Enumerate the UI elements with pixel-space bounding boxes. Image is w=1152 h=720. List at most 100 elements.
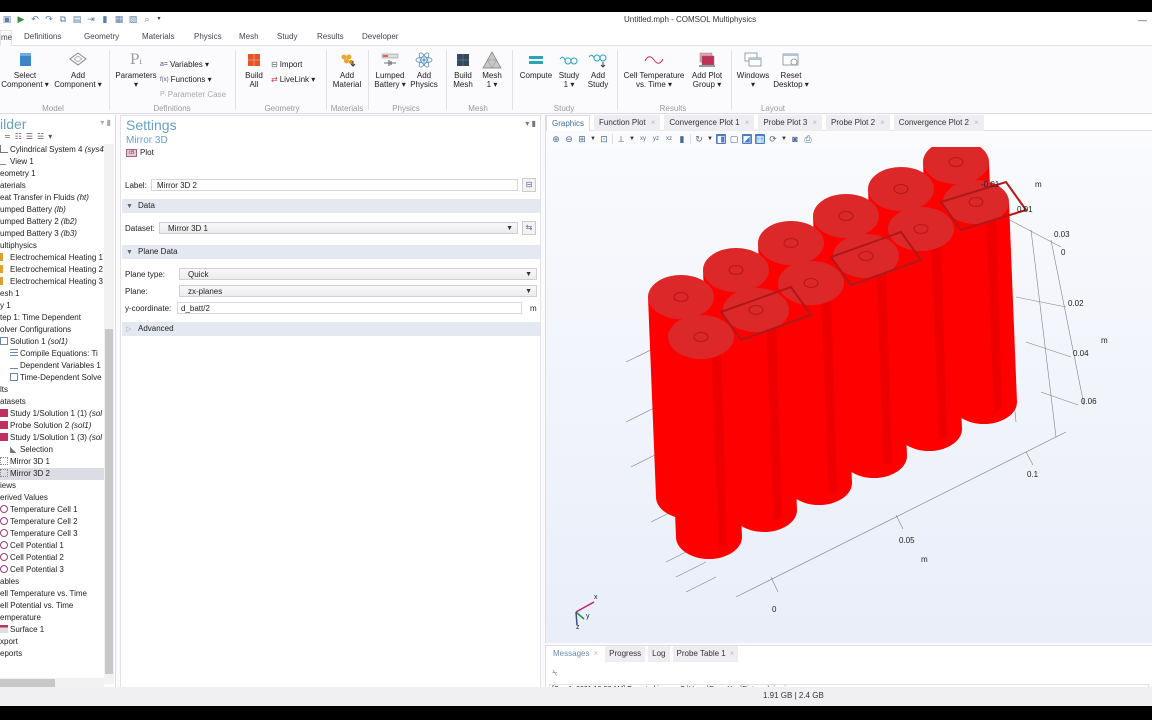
close-icon[interactable]: × xyxy=(651,118,656,127)
tab-home[interactable]: me xyxy=(0,30,12,46)
wireframe-icon[interactable]: ◩ xyxy=(742,134,752,144)
view-xz-icon[interactable]: xz xyxy=(664,134,674,144)
parameters-button[interactable]: Pᵢ Parameters ▾ xyxy=(114,51,158,89)
livelink-button[interactable]: ⇄ LiveLink ▾ xyxy=(271,75,315,84)
camera-icon[interactable]: ◙ xyxy=(790,134,800,144)
tab-probe-plot-2[interactable]: Probe Plot 2 × xyxy=(826,115,890,131)
add-component-button[interactable]: Add Component ▾ xyxy=(52,51,104,89)
view-3d-icon[interactable]: ▮ xyxy=(677,134,687,144)
search-icon[interactable]: ⌕ xyxy=(142,14,152,24)
run-icon[interactable]: ▶ xyxy=(16,14,26,24)
tree-item[interactable]: y 1 xyxy=(0,300,104,312)
add-material-button[interactable]: Add Material xyxy=(330,51,364,89)
tree-item[interactable]: aterials xyxy=(0,180,104,192)
tab-study[interactable]: Study xyxy=(277,30,312,46)
tree-item[interactable]: Electrochemical Heating 2 xyxy=(0,264,104,276)
scrollbar-thumb[interactable] xyxy=(0,679,55,687)
compute-button[interactable]: Compute xyxy=(516,51,556,80)
tab-mesh[interactable]: Mesh xyxy=(239,30,272,46)
tree-item[interactable]: Temperature Cell 3 xyxy=(0,528,104,540)
close-icon[interactable]: × xyxy=(745,118,750,127)
zoom-extents-icon[interactable]: ⊡ xyxy=(599,134,609,144)
rotate-icon[interactable]: ↻ xyxy=(694,134,704,144)
zoom-box-icon[interactable]: ⊞ xyxy=(577,134,587,144)
3d-scene[interactable] xyxy=(546,147,1152,643)
parameter-case-button[interactable]: Pᵢ Parameter Case xyxy=(160,90,226,99)
tree-item[interactable]: Electrochemical Heating 3 xyxy=(0,276,104,288)
close-icon[interactable]: × xyxy=(974,118,979,127)
variables-button[interactable]: a= Variables ▾ xyxy=(160,60,209,69)
lumped-battery-button[interactable]: Lumped Battery ▾ xyxy=(372,51,408,89)
panel-menu-icon[interactable]: ▾ ▮ xyxy=(525,119,536,128)
tab-messages[interactable]: Messages × xyxy=(549,646,603,662)
tab-convergence-plot-2[interactable]: Convergence Plot 2 × xyxy=(893,115,984,131)
tree-item[interactable]: umped Battery (lb) xyxy=(0,204,104,216)
tree-item[interactable]: Surface 1 xyxy=(0,624,104,636)
tree-item[interactable]: ell Potential vs. Time xyxy=(0,600,104,612)
tree-item[interactable]: emperature xyxy=(0,612,104,624)
functions-button[interactable]: f(x) Functions ▾ xyxy=(160,75,212,84)
panel-menu-icon[interactable]: ▾ ▮ xyxy=(100,118,111,127)
chevron-down-icon[interactable]: ▾ xyxy=(156,14,162,24)
reset-desktop-button[interactable]: Reset Desktop ▾ xyxy=(772,51,810,89)
undo-icon[interactable]: ↶ xyxy=(30,14,40,24)
tab-probe-table-1[interactable]: Probe Table 1 × xyxy=(672,646,739,662)
tree-item[interactable]: Cell Potential 3 xyxy=(0,564,104,576)
chevron-down-icon[interactable]: ▼ xyxy=(629,134,635,144)
section-advanced[interactable]: ▷ Advanced xyxy=(122,322,540,336)
tab-function-plot[interactable]: Function Plot × xyxy=(594,115,661,131)
study1-button[interactable]: Study 1 ▾ xyxy=(556,51,582,89)
save-icon[interactable]: ▣ xyxy=(2,14,12,24)
tree-item[interactable]: ultiphysics xyxy=(0,240,104,252)
tree-item[interactable]: Cell Potential 2 xyxy=(0,552,104,564)
label-input[interactable]: Mirror 3D 2 xyxy=(151,179,518,191)
copy-icon[interactable]: ⧉ xyxy=(58,14,68,24)
section-data[interactable]: ▼ Data xyxy=(122,199,540,213)
build-all-button[interactable]: Build All xyxy=(240,51,268,89)
tree-item[interactable]: iews xyxy=(0,480,104,492)
label-edit-button[interactable]: ⊟ xyxy=(522,178,536,192)
tab-results[interactable]: Results xyxy=(317,30,357,46)
expand-icon[interactable]: ☰ xyxy=(26,132,33,141)
tab-log[interactable]: Log xyxy=(648,646,670,662)
add-physics-button[interactable]: Add Physics xyxy=(408,51,440,89)
tab-physics[interactable]: Physics xyxy=(194,30,234,46)
close-icon[interactable]: × xyxy=(593,649,598,658)
y-coordinate-input[interactable]: d_batt/2 xyxy=(177,302,522,314)
close-icon[interactable]: × xyxy=(730,649,735,658)
tree-item[interactable]: tep 1: Time Dependent xyxy=(0,312,104,324)
tree-item[interactable]: lts xyxy=(0,384,104,396)
tree-item[interactable]: Electrochemical Heating 1 xyxy=(0,252,104,264)
collapse-icon[interactable]: ☷ xyxy=(15,132,22,141)
tree-item[interactable]: Probe Solution 2 (sol1) xyxy=(0,420,104,432)
tab-progress[interactable]: Progress xyxy=(605,646,646,662)
tree-item[interactable]: Temperature Cell 1 xyxy=(0,504,104,516)
dataset-select[interactable]: Mirror 3D 1 ▼ xyxy=(159,222,518,234)
tab-graphics[interactable]: Graphics xyxy=(546,115,591,131)
tree-item[interactable]: olver Configurations xyxy=(0,324,104,336)
tree-item[interactable]: atasets xyxy=(0,396,104,408)
axis-orientation-icon[interactable]: ⟂ xyxy=(616,134,626,144)
show-icon[interactable]: ≂ xyxy=(4,132,11,141)
scrollbar-thumb[interactable] xyxy=(105,329,113,674)
tree-item[interactable]: eat Transfer in Fluids (ht) xyxy=(0,192,104,204)
tree-item[interactable]: umped Battery 3 (lb3) xyxy=(0,228,104,240)
chevron-down-icon[interactable]: ▼ xyxy=(707,134,713,144)
tree-item[interactable]: eometry 1 xyxy=(0,168,104,180)
tree-item[interactable]: Mirror 3D 1 xyxy=(0,456,104,468)
scene-light-icon[interactable]: ◧ xyxy=(716,134,726,144)
tree-item[interactable]: ell Temperature vs. Time xyxy=(0,588,104,600)
view-yz-icon[interactable]: yz xyxy=(651,134,661,144)
tree-item[interactable]: Cylindrical System 4 (sys4 xyxy=(0,144,104,156)
view-xy-icon[interactable]: xy xyxy=(638,134,648,144)
tab-probe-plot-3[interactable]: Probe Plot 3 × xyxy=(758,115,823,131)
windows-button[interactable]: Windows ▾ xyxy=(735,51,771,89)
tree-item[interactable]: erived Values xyxy=(0,492,104,504)
paste-icon[interactable]: ▤ xyxy=(72,14,82,24)
add-plot-group-button[interactable]: Add Plot Group ▾ xyxy=(688,51,726,89)
tree-item[interactable]: Time-Dependent Solve xyxy=(0,372,104,384)
chevron-down-icon[interactable]: ▼ xyxy=(781,134,787,144)
tree-item[interactable]: Solution 1 (sol1) xyxy=(0,336,104,348)
dataset-goto-button[interactable]: ⇆ xyxy=(522,221,536,235)
refresh-icon[interactable]: ⟳ xyxy=(768,134,778,144)
